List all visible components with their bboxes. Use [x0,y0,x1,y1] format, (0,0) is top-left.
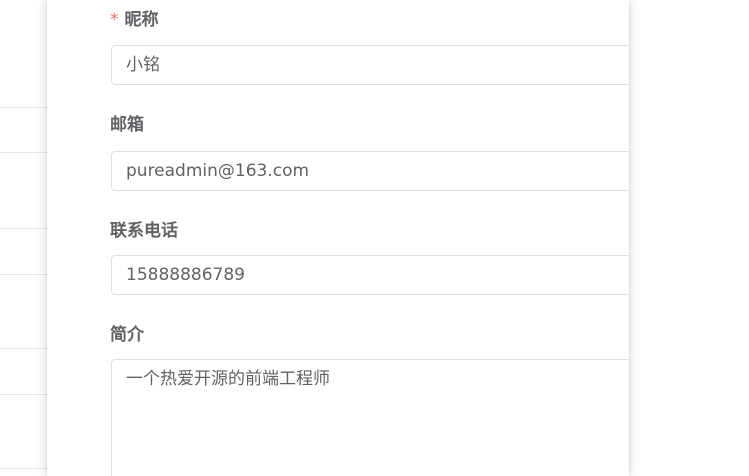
table-row-divider [0,394,48,395]
phone-input[interactable]: 15888886789 [111,255,629,295]
nickname-input[interactable]: 小铭 [111,45,629,85]
table-row-divider [0,228,48,229]
table-row-divider [0,274,48,275]
required-mark: * [110,10,119,30]
page: * 昵称 小铭 邮箱 pureadmin@163.com 联系电话 1588888… [0,0,749,476]
intro-label: 简介 [110,325,144,345]
email-label: 邮箱 [110,115,144,135]
nickname-label-text: 昵称 [124,10,159,30]
nickname-label: * 昵称 [110,10,159,30]
table-row-divider [0,348,48,349]
table-row-divider [0,468,48,469]
table-row-divider [0,152,48,153]
email-input[interactable]: pureadmin@163.com [111,151,629,191]
table-row-divider [0,107,48,108]
phone-label: 联系电话 [110,221,178,241]
background-table-edge [0,0,48,476]
intro-textarea[interactable]: 一个热爱开源的前端工程师 [111,359,629,476]
profile-form-drawer: * 昵称 小铭 邮箱 pureadmin@163.com 联系电话 1588888… [47,0,629,476]
